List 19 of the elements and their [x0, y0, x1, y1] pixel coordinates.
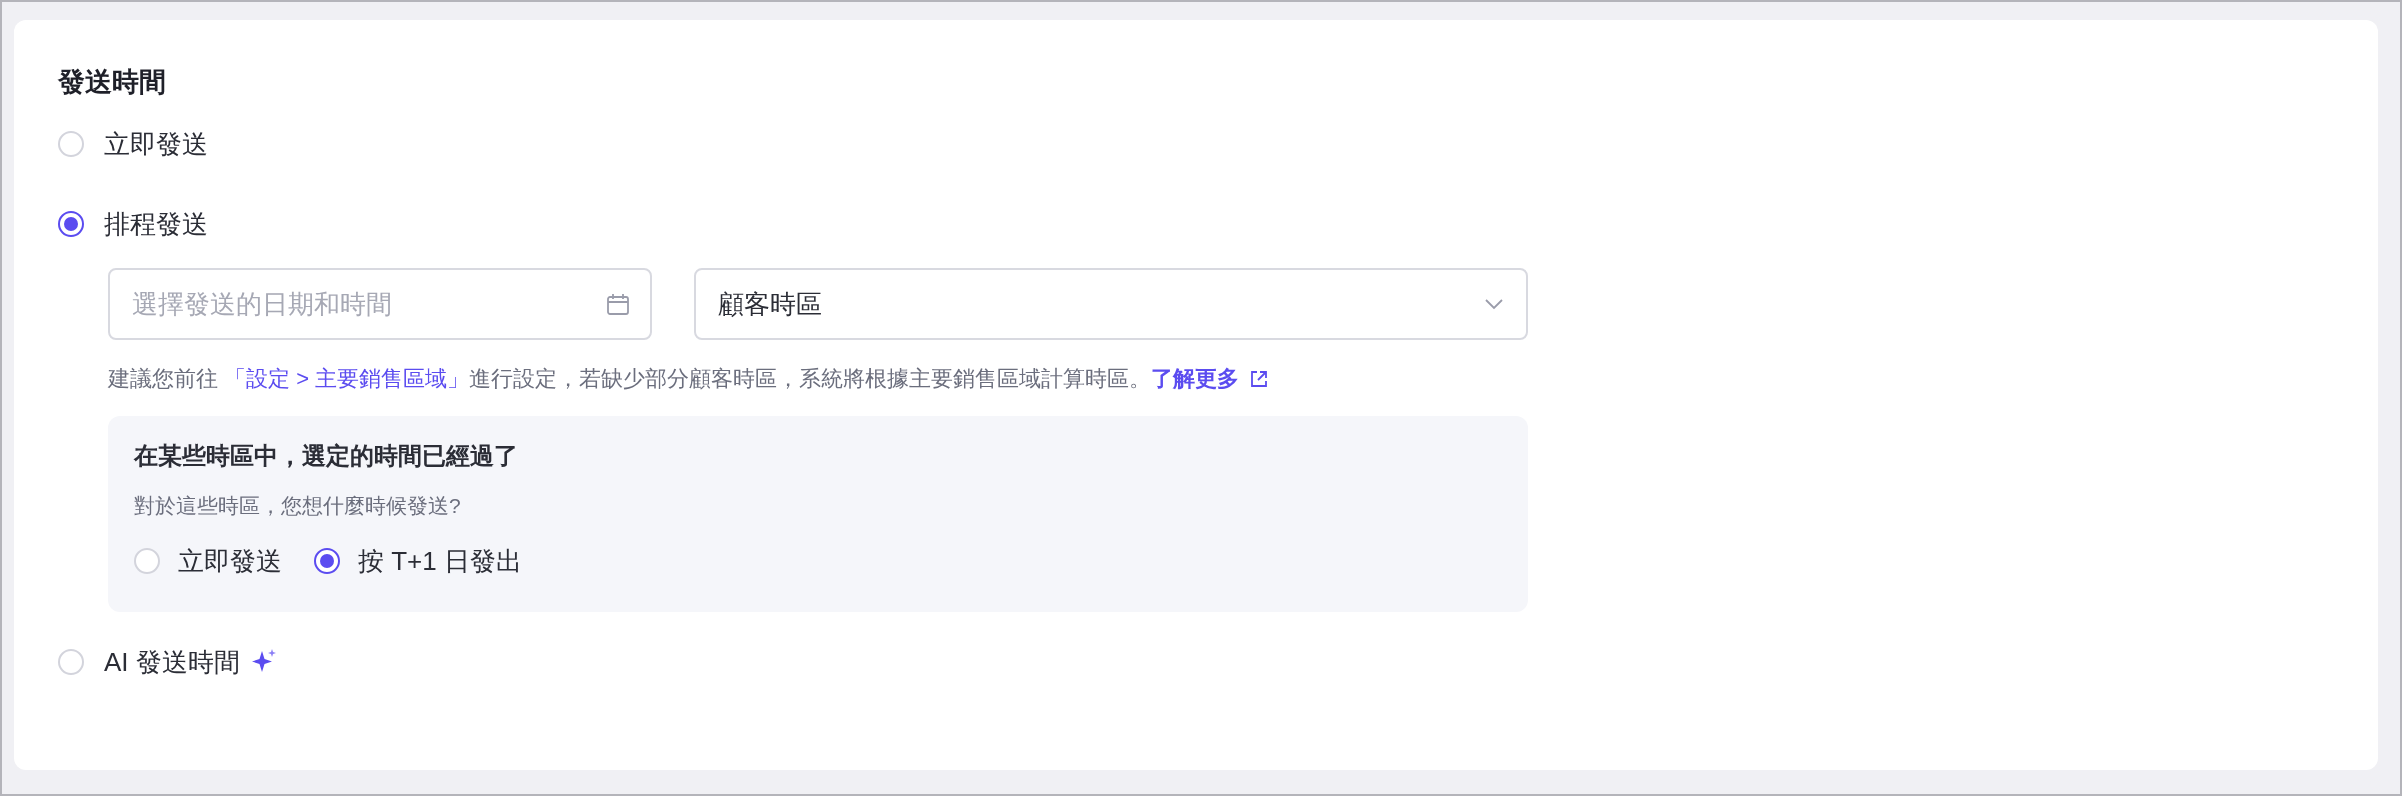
- settings-link[interactable]: 「設定 > 主要銷售區域」: [224, 366, 470, 391]
- calendar-icon: [606, 293, 630, 315]
- option-label: 排程發送: [104, 207, 208, 241]
- radio-button[interactable]: [58, 211, 84, 237]
- notice-title: 在某些時區中，選定的時間已經過了: [134, 441, 519, 471]
- radio-button[interactable]: [314, 548, 340, 574]
- external-link-icon: [1249, 369, 1270, 389]
- option-label: 立即發送: [104, 127, 208, 161]
- notice-question: 對於這些時區，您想什麼時候發送?: [134, 493, 462, 519]
- hint-text: 建議您前往 「設定 > 主要銷售區域」進行設定，若缺少部分顧客時區，系統將根據主要銷售區域計算時區。: [108, 366, 1152, 391]
- section-title: 發送時間: [58, 66, 167, 99]
- timezone-select[interactable]: 顧客時區: [694, 268, 1528, 340]
- date-field[interactable]: 選擇發送的日期和時間: [108, 268, 652, 340]
- option-label: 按 T+1 日發出: [358, 544, 522, 578]
- option-label: 立即發送: [178, 544, 282, 578]
- select-value: 顧客時區: [718, 287, 822, 321]
- chevron-down-icon: [1484, 298, 1504, 310]
- option-label: AI 發送時間: [104, 645, 240, 679]
- learn-more-link[interactable]: 了解更多: [1151, 366, 1240, 391]
